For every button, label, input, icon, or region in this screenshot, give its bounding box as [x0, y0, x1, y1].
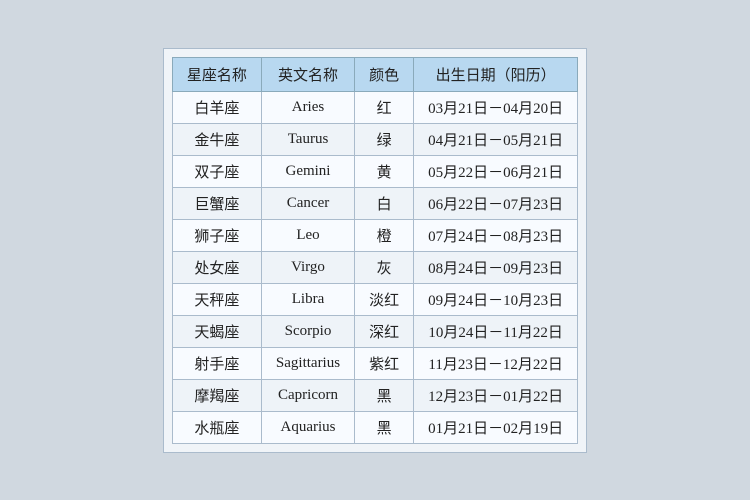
- table-row: 摩羯座Capricorn黑12月23日－01月22日: [172, 379, 577, 411]
- zodiac-date: 03月21日－04月20日: [414, 91, 578, 123]
- zodiac-color: 深红: [355, 315, 414, 347]
- table-row: 双子座Gemini黄05月22日－06月21日: [172, 155, 577, 187]
- zodiac-english: Libra: [261, 283, 354, 315]
- zodiac-chinese: 处女座: [172, 251, 261, 283]
- zodiac-date: 09月24日－10月23日: [414, 283, 578, 315]
- zodiac-date: 01月21日－02月19日: [414, 411, 578, 443]
- zodiac-date: 08月24日－09月23日: [414, 251, 578, 283]
- zodiac-chinese: 白羊座: [172, 91, 261, 123]
- column-header: 出生日期（阳历）: [414, 57, 578, 91]
- zodiac-color: 黑: [355, 411, 414, 443]
- zodiac-english: Aries: [261, 91, 354, 123]
- zodiac-table-container: 星座名称英文名称颜色出生日期（阳历） 白羊座Aries红03月21日－04月20…: [163, 48, 587, 453]
- zodiac-chinese: 摩羯座: [172, 379, 261, 411]
- table-row: 射手座Sagittarius紫红11月23日－12月22日: [172, 347, 577, 379]
- zodiac-english: Aquarius: [261, 411, 354, 443]
- zodiac-english: Sagittarius: [261, 347, 354, 379]
- zodiac-table: 星座名称英文名称颜色出生日期（阳历） 白羊座Aries红03月21日－04月20…: [172, 57, 578, 444]
- zodiac-chinese: 巨蟹座: [172, 187, 261, 219]
- column-header: 颜色: [355, 57, 414, 91]
- table-row: 金牛座Taurus绿04月21日－05月21日: [172, 123, 577, 155]
- zodiac-color: 绿: [355, 123, 414, 155]
- zodiac-color: 白: [355, 187, 414, 219]
- zodiac-date: 11月23日－12月22日: [414, 347, 578, 379]
- table-row: 巨蟹座Cancer白06月22日－07月23日: [172, 187, 577, 219]
- zodiac-color: 黑: [355, 379, 414, 411]
- zodiac-color: 紫红: [355, 347, 414, 379]
- zodiac-color: 淡红: [355, 283, 414, 315]
- zodiac-english: Taurus: [261, 123, 354, 155]
- zodiac-color: 黄: [355, 155, 414, 187]
- column-header: 英文名称: [261, 57, 354, 91]
- zodiac-chinese: 射手座: [172, 347, 261, 379]
- zodiac-chinese: 天蝎座: [172, 315, 261, 347]
- zodiac-color: 红: [355, 91, 414, 123]
- table-row: 狮子座Leo橙07月24日－08月23日: [172, 219, 577, 251]
- zodiac-english: Capricorn: [261, 379, 354, 411]
- column-header: 星座名称: [172, 57, 261, 91]
- table-row: 水瓶座Aquarius黑01月21日－02月19日: [172, 411, 577, 443]
- zodiac-date: 04月21日－05月21日: [414, 123, 578, 155]
- zodiac-english: Scorpio: [261, 315, 354, 347]
- zodiac-english: Leo: [261, 219, 354, 251]
- zodiac-color: 灰: [355, 251, 414, 283]
- zodiac-english: Cancer: [261, 187, 354, 219]
- zodiac-english: Gemini: [261, 155, 354, 187]
- zodiac-chinese: 金牛座: [172, 123, 261, 155]
- zodiac-chinese: 水瓶座: [172, 411, 261, 443]
- zodiac-date: 06月22日－07月23日: [414, 187, 578, 219]
- zodiac-chinese: 双子座: [172, 155, 261, 187]
- zodiac-chinese: 天秤座: [172, 283, 261, 315]
- zodiac-english: Virgo: [261, 251, 354, 283]
- table-row: 白羊座Aries红03月21日－04月20日: [172, 91, 577, 123]
- zodiac-date: 07月24日－08月23日: [414, 219, 578, 251]
- table-row: 处女座Virgo灰08月24日－09月23日: [172, 251, 577, 283]
- zodiac-date: 05月22日－06月21日: [414, 155, 578, 187]
- zodiac-chinese: 狮子座: [172, 219, 261, 251]
- table-row: 天秤座Libra淡红09月24日－10月23日: [172, 283, 577, 315]
- zodiac-date: 12月23日－01月22日: [414, 379, 578, 411]
- zodiac-date: 10月24日－11月22日: [414, 315, 578, 347]
- zodiac-color: 橙: [355, 219, 414, 251]
- table-row: 天蝎座Scorpio深红10月24日－11月22日: [172, 315, 577, 347]
